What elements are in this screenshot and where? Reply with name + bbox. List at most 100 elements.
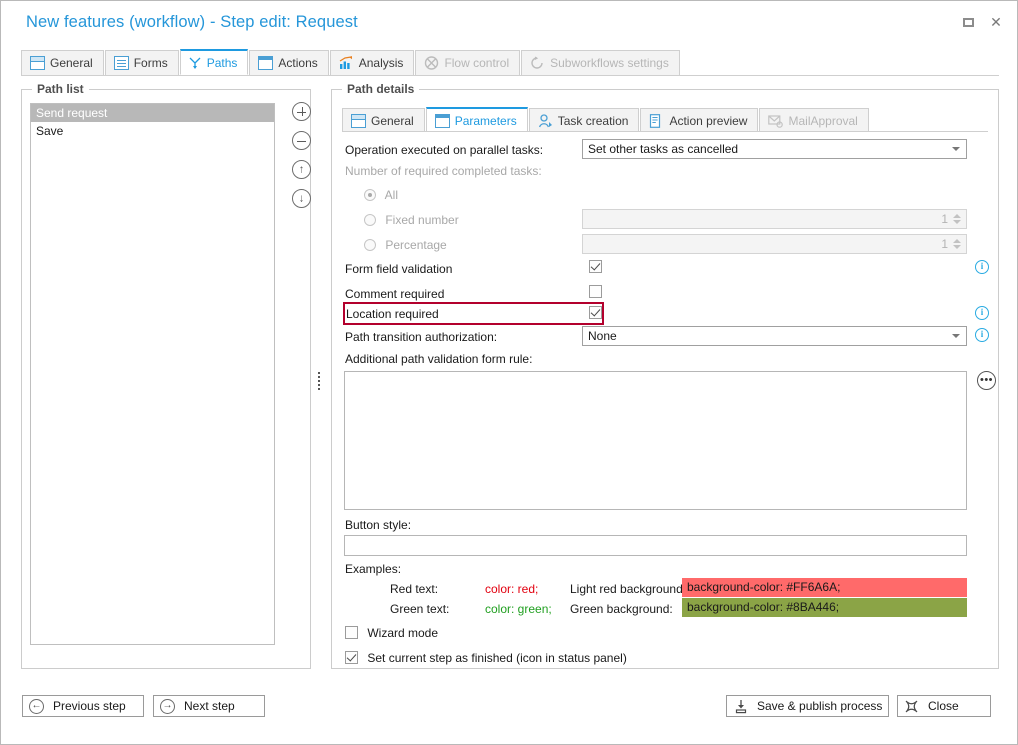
previous-step-label: Previous step — [53, 699, 126, 713]
validation-rule-textarea[interactable] — [344, 371, 967, 510]
mail-icon — [768, 114, 784, 128]
tab-label: Flow control — [444, 56, 510, 70]
subtab-label: Action preview — [669, 113, 748, 128]
validation-rule-more-button[interactable]: ••• — [977, 371, 996, 390]
authorization-label: Path transition authorization: — [345, 330, 498, 344]
radio-all[interactable]: All — [364, 188, 398, 202]
tab-actions[interactable]: Actions — [249, 50, 329, 75]
document-icon — [649, 113, 664, 128]
tab-subworkflows-settings[interactable]: Subworkflows settings — [521, 50, 680, 75]
set-finished-checkbox[interactable]: Set current step as finished (icon in st… — [345, 651, 627, 665]
info-icon[interactable]: i — [975, 306, 989, 320]
validation-rule-label: Additional path validation form rule: — [345, 352, 533, 366]
close-icon[interactable]: ✕ — [989, 15, 1003, 29]
operation-value: Set other tasks as cancelled — [588, 142, 739, 156]
radio-indicator — [364, 239, 376, 251]
form-field-validation-label: Form field validation — [345, 262, 453, 276]
console-icon — [434, 113, 450, 128]
flow-icon — [424, 56, 439, 70]
tab-label: Analysis — [358, 56, 404, 70]
subtab-task-creation[interactable]: Task creation — [528, 108, 640, 132]
percentage-value: 1 — [941, 237, 948, 251]
percentage-stepper[interactable]: 1 — [582, 234, 967, 254]
form-icon — [113, 56, 129, 70]
info-icon[interactable]: i — [975, 260, 989, 274]
user-task-icon — [538, 113, 553, 128]
chevron-down-icon — [952, 334, 960, 338]
subtab-mailapproval[interactable]: MailApproval — [759, 108, 869, 132]
operation-select[interactable]: Set other tasks as cancelled — [582, 139, 967, 159]
set-finished-label: Set current step as finished (icon in st… — [367, 651, 627, 665]
fixed-number-value: 1 — [941, 212, 948, 226]
tab-label: Forms — [133, 56, 168, 70]
subtab-parameters[interactable]: Parameters — [425, 107, 528, 132]
required-completed-label: Number of required completed tasks: — [345, 164, 542, 178]
subtab-general[interactable]: General — [342, 108, 425, 132]
tab-forms[interactable]: Forms — [104, 50, 179, 75]
close-button[interactable]: Close — [897, 695, 991, 717]
path-details-title: Path details — [342, 82, 420, 96]
close-label: Close — [928, 699, 959, 713]
light-red-bg-code: background-color: #FF6A6A; — [682, 578, 967, 597]
info-icon[interactable]: i — [975, 328, 989, 342]
paths-icon — [189, 56, 202, 70]
arrow-right-circle-icon: → — [159, 698, 176, 715]
path-details-tab-bar: General Parameters Task creation Action … — [342, 107, 870, 132]
comment-required-label: Comment required — [345, 287, 445, 301]
window-icon — [351, 113, 366, 128]
arrow-left-circle-icon: ← — [28, 698, 45, 715]
green-bg-code: background-color: #8BA446; — [682, 598, 967, 617]
stepper-down-icon[interactable] — [953, 220, 961, 224]
subflow-icon — [530, 56, 545, 70]
analysis-icon — [339, 56, 354, 70]
checkbox-indicator — [345, 651, 358, 664]
subtab-label: General — [371, 113, 414, 128]
list-item[interactable]: Send request — [31, 104, 274, 122]
move-path-up-button[interactable]: ↑ — [292, 160, 311, 179]
stepper-up-icon[interactable] — [953, 239, 961, 243]
maximize-icon[interactable] — [961, 15, 975, 29]
stepper-up-icon[interactable] — [953, 214, 961, 218]
tab-flow-control[interactable]: Flow control — [415, 50, 521, 75]
radio-label: Percentage — [385, 238, 447, 252]
radio-percentage[interactable]: Percentage — [364, 238, 447, 252]
operation-label: Operation executed on parallel tasks: — [345, 143, 544, 157]
window-icon — [30, 56, 45, 70]
subtab-label: Parameters — [454, 113, 517, 128]
tab-general[interactable]: General — [21, 50, 104, 75]
panel-splitter[interactable] — [317, 356, 321, 406]
path-details-group: Path details General Parameters Task cre… — [331, 82, 999, 669]
button-style-input[interactable] — [344, 535, 967, 556]
list-item[interactable]: Save — [31, 122, 274, 140]
comment-required-checkbox[interactable] — [589, 285, 602, 298]
next-step-button[interactable]: → Next step — [153, 695, 265, 717]
subtab-label: Task creation — [557, 113, 629, 128]
red-text-label: Red text: — [390, 582, 439, 596]
save-publish-label: Save & publish process — [757, 699, 883, 713]
stepper-down-icon[interactable] — [953, 245, 961, 249]
save-publish-button[interactable]: Save & publish process — [726, 695, 889, 717]
move-path-down-button[interactable]: ↓ — [292, 189, 311, 208]
add-path-button[interactable] — [292, 102, 311, 121]
subtab-action-preview[interactable]: Action preview — [640, 108, 759, 132]
remove-path-button[interactable] — [292, 131, 311, 150]
path-list-title: Path list — [32, 82, 89, 96]
form-field-validation-checkbox[interactable] — [589, 260, 602, 273]
actions-icon — [258, 56, 274, 70]
authorization-select[interactable]: None — [582, 326, 967, 346]
fixed-number-stepper[interactable]: 1 — [582, 209, 967, 229]
tab-paths[interactable]: Paths — [179, 49, 249, 75]
green-text-label: Green text: — [390, 602, 450, 616]
tab-analysis[interactable]: Analysis — [329, 50, 415, 75]
green-bg-label: Green background: — [570, 602, 673, 616]
location-required-checkbox[interactable] — [589, 306, 602, 319]
previous-step-button[interactable]: ← Previous step — [22, 695, 144, 717]
tab-label: Subworkflows settings — [550, 56, 669, 70]
path-list-group: Path list Send request Save ↑ ↓ — [21, 82, 311, 669]
path-list-box[interactable]: Send request Save — [30, 103, 275, 645]
wizard-mode-checkbox[interactable]: Wizard mode — [345, 626, 438, 640]
tab-bar-divider — [21, 75, 999, 76]
radio-fixed-number[interactable]: Fixed number — [364, 213, 459, 227]
chevron-down-icon — [952, 147, 960, 151]
green-text-code: color: green; — [485, 602, 552, 616]
